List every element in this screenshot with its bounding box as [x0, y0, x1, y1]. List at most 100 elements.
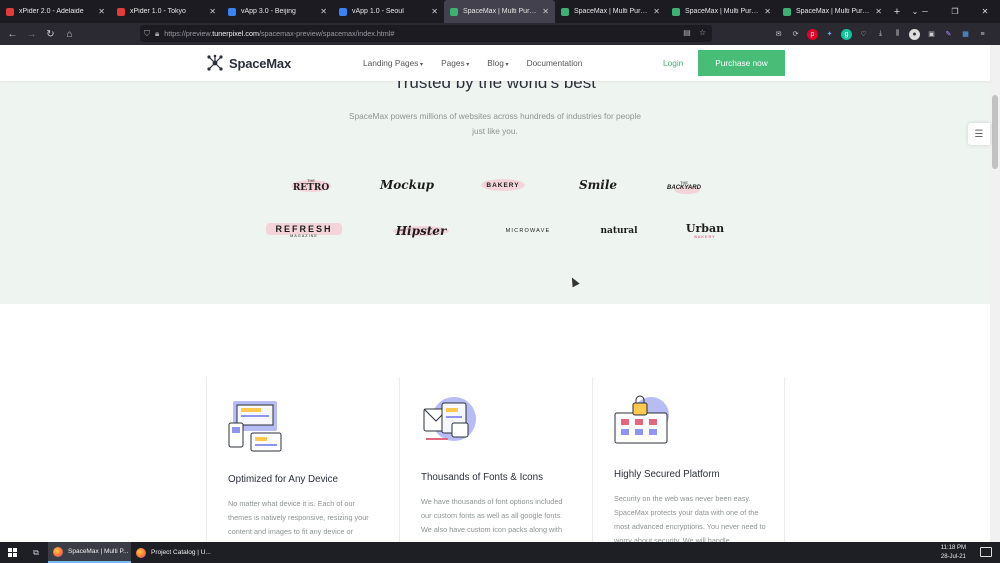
client-logo-mockup: Mockup — [379, 178, 435, 192]
tab-favicon-icon — [561, 7, 569, 16]
tab-title: vApp 3.0 - Beijing — [241, 8, 296, 15]
browser-tab[interactable]: vApp 3.0 - Beijing ✕ — [222, 0, 333, 23]
pip-icon[interactable]: ▣ — [926, 29, 937, 40]
menu-documentation[interactable]: Documentation — [527, 58, 583, 68]
menu-pages[interactable]: Pages — [441, 58, 469, 68]
clients-section: Trusted by the world's best SpaceMax pow… — [0, 73, 990, 304]
tab-close-icon[interactable]: ✕ — [875, 7, 882, 16]
security-illustration-icon — [614, 395, 669, 444]
browser-tab[interactable]: xPider 2.0 - Adelaide ✕ — [0, 0, 111, 23]
lock-icon[interactable]: 🔒︎ — [155, 29, 159, 39]
browser-tab-bar: xPider 2.0 - Adelaide ✕ xPider 1.0 - Tok… — [0, 0, 1000, 23]
task-view-icon[interactable]: ⧉ — [24, 542, 48, 563]
address-bar[interactable]: ⛉ 🔒︎ https://preview.tunerpixel.com/spac… — [140, 25, 712, 42]
tab-title: xPider 2.0 - Adelaide — [19, 8, 84, 15]
firefox-icon — [53, 546, 63, 557]
logo-text: SpaceMax — [229, 55, 291, 71]
browser-tab[interactable]: SpaceMax | Multi Purpose HTML ✕ — [666, 0, 777, 23]
close-window-icon[interactable]: ✕ — [970, 0, 1000, 23]
site-logo[interactable]: SpaceMax — [206, 54, 291, 72]
system-clock[interactable]: 11:18 PM 28-Jul-21 — [941, 544, 966, 561]
tab-close-icon[interactable]: ✕ — [209, 7, 216, 16]
notification-center-icon[interactable] — [980, 547, 992, 557]
tab-title: xPider 1.0 - Tokyo — [130, 8, 186, 15]
reload-icon[interactable]: ↻ — [41, 25, 60, 44]
taskbar-item-firefox[interactable]: SpaceMax | Multi P... — [48, 542, 131, 563]
tab-close-icon[interactable]: ✕ — [764, 7, 771, 16]
feature-card: Highly Secured Platform Security on the … — [592, 377, 785, 542]
scrollbar-thumb[interactable] — [992, 95, 998, 169]
menu-blog[interactable]: Blog — [487, 58, 508, 68]
download-icon[interactable]: ⤓ — [875, 29, 886, 40]
menu-landing-pages[interactable]: Landing Pages — [363, 58, 423, 68]
tab-favicon-icon — [450, 7, 458, 16]
browser-tab[interactable]: SpaceMax | Multi Purpose HTML ✕ — [555, 0, 666, 23]
feature-title: Thousands of Fonts & Icons — [421, 472, 543, 483]
account-icon[interactable]: ● — [909, 28, 920, 40]
features-section: Optimized for Any Device No matter what … — [206, 377, 785, 542]
tab-close-icon[interactable]: ✕ — [320, 7, 327, 16]
url-text: https://preview.tunerpixel.com/spacemax-… — [164, 29, 395, 38]
tab-title: SpaceMax | Multi Purpose HTML — [574, 8, 649, 15]
shield-icon[interactable]: ⛉ — [144, 29, 150, 39]
tab-close-icon[interactable]: ✕ — [542, 7, 549, 16]
minimize-icon[interactable]: ─ — [910, 0, 940, 23]
pen-ext-icon[interactable]: ✎ — [943, 29, 954, 40]
menu-icon[interactable]: ≡ — [977, 29, 988, 40]
tab-favicon-icon — [339, 7, 347, 16]
browser-tab[interactable]: SpaceMax | Multi Purpose HTML ✕ — [777, 0, 888, 23]
back-icon[interactable]: ← — [3, 25, 22, 44]
browser-tab[interactable]: xPider 1.0 - Tokyo ✕ — [111, 0, 222, 23]
mouse-cursor — [568, 275, 580, 288]
browser-tab[interactable]: vApp 1.0 - Seoul ✕ — [333, 0, 444, 23]
taskbar-item-label: SpaceMax | Multi P... — [68, 548, 129, 555]
forward-icon[interactable]: → — [22, 25, 41, 44]
refresh-ext-icon[interactable]: ⟳ — [790, 29, 801, 40]
feature-title: Highly Secured Platform — [614, 469, 720, 480]
client-logo-backyard: The BACKYARD — [662, 174, 706, 196]
tab-close-icon[interactable]: ✕ — [431, 7, 438, 16]
page-viewport: SpaceMax Landing Pages Pages Blog Docume… — [0, 45, 1000, 542]
library-icon[interactable]: ⫼ — [892, 29, 903, 40]
pocket-icon[interactable]: ♡ — [858, 29, 869, 40]
mail-icon[interactable]: ✉ — [773, 29, 784, 40]
clock-date: 28-Jul-21 — [940, 553, 966, 560]
browser-tab-active[interactable]: SpaceMax | Multi Purpose HTML ✕ — [444, 0, 555, 23]
feature-text: Security on the web was never been easy.… — [614, 494, 766, 542]
tab-close-icon[interactable]: ✕ — [98, 7, 105, 16]
purchase-button[interactable]: Purchase now — [698, 50, 785, 76]
feature-card: Optimized for Any Device No matter what … — [206, 377, 399, 542]
taskbar-item-label: Project Catalog | U... — [151, 549, 211, 556]
client-logo-retro: The RETRO — [291, 177, 331, 193]
tab-title: SpaceMax | Multi Purpose HTML — [463, 8, 538, 15]
feature-text: No matter what device it is. Each of our… — [228, 499, 369, 536]
new-tab-icon[interactable]: + — [888, 0, 906, 23]
home-icon[interactable]: ⌂ — [60, 25, 79, 44]
main-menu: Landing Pages Pages Blog Documentation — [363, 58, 582, 68]
grammarly-icon[interactable]: g — [841, 28, 852, 40]
extension-toolbar: ✉ ⟳ p ✦ g ♡ ⤓ ⫼ ● ▣ ✎ ▦ ≡ — [773, 23, 988, 45]
pinterest-icon[interactable]: p — [807, 28, 818, 40]
tab-title: SpaceMax | Multi Purpose HTML — [796, 8, 871, 15]
client-logo-bakery: BAKERY — [480, 174, 526, 196]
firefox-icon — [136, 547, 146, 558]
settings-sliders-icon[interactable]: ☰ — [968, 123, 990, 145]
extensions-icon[interactable]: ▦ — [960, 29, 971, 40]
puzzle-ext-icon[interactable]: ✦ — [824, 29, 835, 40]
devices-illustration-icon — [228, 401, 282, 452]
login-link[interactable]: Login — [663, 58, 683, 68]
tab-title: vApp 1.0 - Seoul — [352, 8, 404, 15]
tab-close-icon[interactable]: ✕ — [653, 7, 660, 16]
client-logo-urban: Urban Bakery — [685, 221, 725, 239]
restore-icon[interactable]: ❐ — [940, 0, 970, 23]
tab-favicon-icon — [672, 7, 680, 16]
page-scrollbar[interactable] — [990, 45, 1000, 542]
site-header: SpaceMax Landing Pages Pages Blog Docume… — [0, 45, 990, 81]
bookmark-star-icon[interactable]: ☆ — [699, 28, 706, 37]
taskbar-item-firefox[interactable]: Project Catalog | U... — [131, 542, 214, 563]
feature-title: Optimized for Any Device — [228, 474, 338, 485]
clock-time: 11:18 PM — [940, 545, 966, 551]
reader-view-icon[interactable]: ▤ — [683, 28, 691, 37]
windows-start-icon[interactable] — [0, 542, 24, 563]
tab-title: SpaceMax | Multi Purpose HTML — [685, 8, 760, 15]
